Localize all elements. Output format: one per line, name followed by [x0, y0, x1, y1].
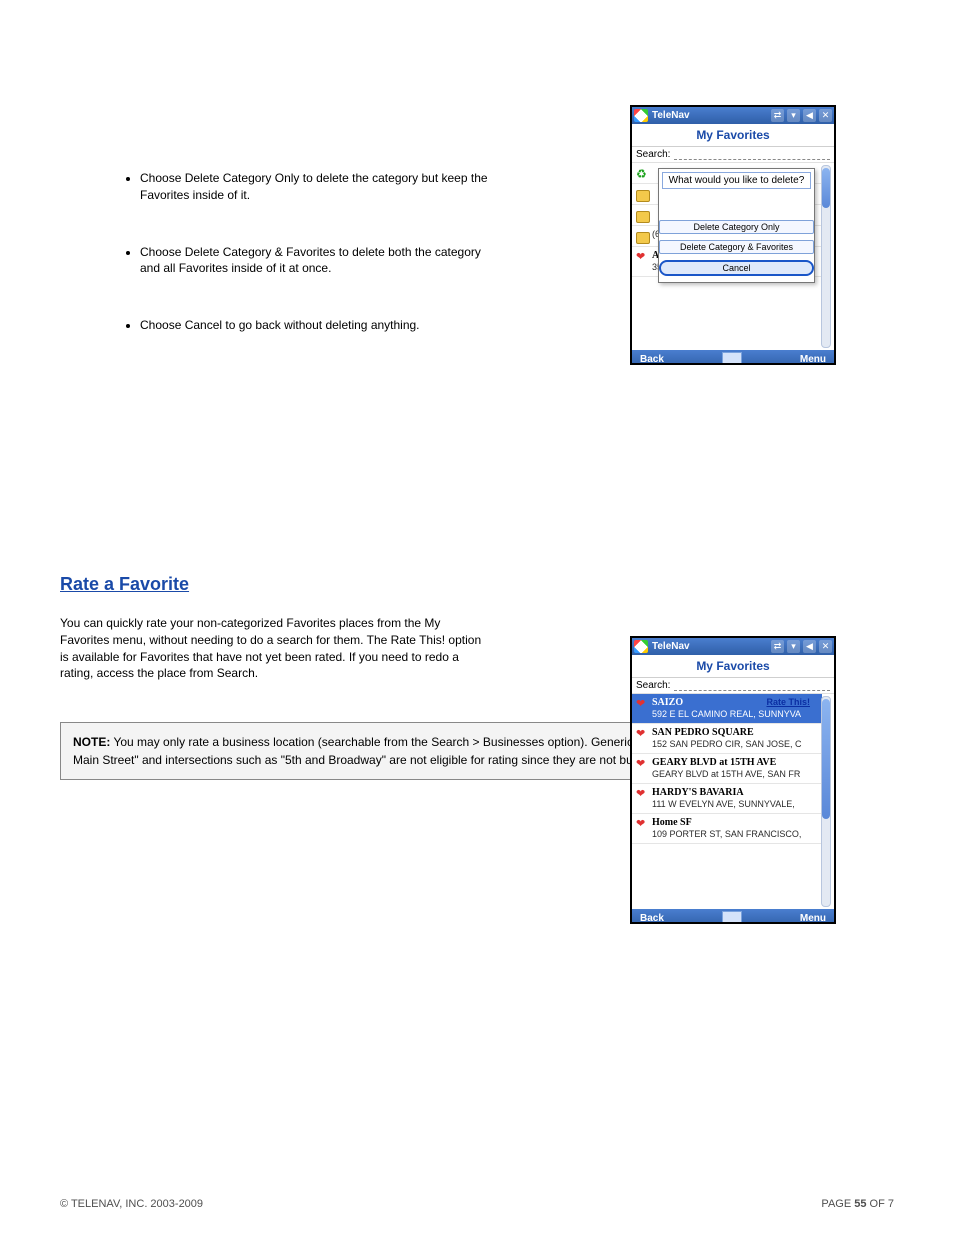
copyright: © TELENAV, INC. 2003-2009: [60, 1198, 203, 1210]
back-button[interactable]: Back: [640, 354, 664, 365]
app-title: TeleNav: [652, 641, 767, 652]
delete-category-only-button[interactable]: Delete Category Only: [659, 220, 814, 234]
scrollbar[interactable]: [821, 696, 831, 907]
connectivity-icon[interactable]: ⇄: [771, 109, 784, 122]
volume-icon[interactable]: ◀: [803, 640, 816, 653]
windows-flag-icon: [634, 109, 648, 122]
search-row: Search:: [632, 678, 834, 694]
rate-this-link[interactable]: Rate This!: [766, 697, 810, 707]
list-item[interactable]: GEARY BLVD at 15TH AVE GEARY BLVD at 15T…: [632, 754, 822, 784]
page-number: PAGE 55 OF 7: [821, 1198, 894, 1210]
search-input[interactable]: [674, 149, 830, 160]
bottom-bar: Back Menu: [632, 909, 834, 924]
back-button[interactable]: Back: [640, 913, 664, 924]
folder-icon: [636, 210, 648, 222]
bullet-item: Choose Delete Category & Favorites to de…: [140, 244, 490, 278]
signal-icon[interactable]: ▾: [787, 109, 800, 122]
bullet-item: Choose Cancel to go back without deletin…: [140, 317, 490, 334]
note-label: NOTE:: [73, 735, 110, 749]
folder-icon: [636, 231, 648, 243]
menu-button[interactable]: Menu: [800, 913, 826, 924]
favorite-address: 109 PORTER ST, SAN FRANCISCO,: [652, 829, 801, 839]
scroll-thumb[interactable]: [822, 699, 830, 819]
titlebar-icons: ⇄ ▾ ◀ ✕: [771, 640, 832, 653]
favorite-address: 592 E EL CAMINO REAL, SUNNYVA: [652, 709, 801, 719]
scroll-thumb[interactable]: [822, 168, 830, 208]
favorite-name: Home SF: [652, 817, 692, 828]
page-title: My Favorites: [632, 655, 834, 678]
volume-icon[interactable]: ◀: [803, 109, 816, 122]
signal-icon[interactable]: ▾: [787, 640, 800, 653]
list-item[interactable]: Home SF 109 PORTER ST, SAN FRANCISCO,: [632, 814, 822, 844]
heart-icon: [636, 759, 648, 771]
connectivity-icon[interactable]: ⇄: [771, 640, 784, 653]
list-area: SAIZO Rate This! 592 E EL CAMINO REAL, S…: [632, 694, 834, 909]
list-item[interactable]: SAN PEDRO SQUARE 152 SAN PEDRO CIR, SAN …: [632, 724, 822, 754]
search-label: Search:: [636, 680, 670, 691]
heart-icon: [636, 819, 648, 831]
titlebar: TeleNav ⇄ ▾ ◀ ✕: [632, 638, 834, 655]
delete-category-and-favorites-button[interactable]: Delete Category & Favorites: [659, 240, 814, 254]
favorite-address: GEARY BLVD at 15TH AVE, SAN FR: [652, 769, 800, 779]
bullet-item: Choose Delete Category Only to delete th…: [140, 170, 490, 204]
favorite-name: SAIZO: [652, 697, 683, 708]
recycle-icon: [636, 168, 648, 180]
search-row: Search:: [632, 147, 834, 163]
bottom-bar: Back Menu: [632, 350, 834, 365]
keyboard-icon[interactable]: [722, 911, 742, 924]
search-input[interactable]: [674, 680, 830, 691]
heart-icon: [636, 699, 648, 711]
favorite-address: 152 SAN PEDRO CIR, SAN JOSE, C: [652, 739, 802, 749]
folder-icon: [636, 189, 648, 201]
heart-icon: [636, 252, 648, 264]
page-footer: © TELENAV, INC. 2003-2009 PAGE 55 OF 7: [60, 1198, 894, 1210]
app-title: TeleNav: [652, 110, 767, 121]
phone-screenshot-favorites-list: TeleNav ⇄ ▾ ◀ ✕ My Favorites Search: SAI…: [630, 636, 836, 924]
list-area: (6 Favorites) A PIECE OF CAKE Rate This!…: [632, 163, 834, 350]
favorite-name: SAN PEDRO SQUARE: [652, 727, 754, 738]
bullet-list: Choose Delete Category Only to delete th…: [140, 170, 490, 334]
favorite-name: GEARY BLVD at 15TH AVE: [652, 757, 776, 768]
delete-dialog: What would you like to delete? Delete Ca…: [658, 168, 815, 283]
list-item[interactable]: SAIZO Rate This! 592 E EL CAMINO REAL, S…: [632, 694, 822, 724]
titlebar: TeleNav ⇄ ▾ ◀ ✕: [632, 107, 834, 124]
heart-icon: [636, 789, 648, 801]
menu-button[interactable]: Menu: [800, 354, 826, 365]
favorite-address: 111 W EVELYN AVE, SUNNYVALE,: [652, 799, 795, 809]
section-heading: Rate a Favorite: [60, 574, 490, 595]
rate-paragraph: You can quickly rate your non-categorize…: [60, 615, 490, 682]
page-title: My Favorites: [632, 124, 834, 147]
heart-icon: [636, 729, 648, 741]
favorite-name: HARDY'S BAVARIA: [652, 787, 744, 798]
search-label: Search:: [636, 149, 670, 160]
list-item[interactable]: HARDY'S BAVARIA 111 W EVELYN AVE, SUNNYV…: [632, 784, 822, 814]
phone-screenshot-delete-dialog: TeleNav ⇄ ▾ ◀ ✕ My Favorites Search:: [630, 105, 836, 365]
close-icon[interactable]: ✕: [819, 640, 832, 653]
main-text-column: Choose Delete Category Only to delete th…: [60, 170, 490, 682]
keyboard-icon[interactable]: [722, 352, 742, 365]
cancel-button[interactable]: Cancel: [659, 260, 814, 276]
close-icon[interactable]: ✕: [819, 109, 832, 122]
windows-flag-icon: [634, 640, 648, 653]
titlebar-icons: ⇄ ▾ ◀ ✕: [771, 109, 832, 122]
scrollbar[interactable]: [821, 165, 831, 348]
dialog-question: What would you like to delete?: [662, 172, 811, 189]
